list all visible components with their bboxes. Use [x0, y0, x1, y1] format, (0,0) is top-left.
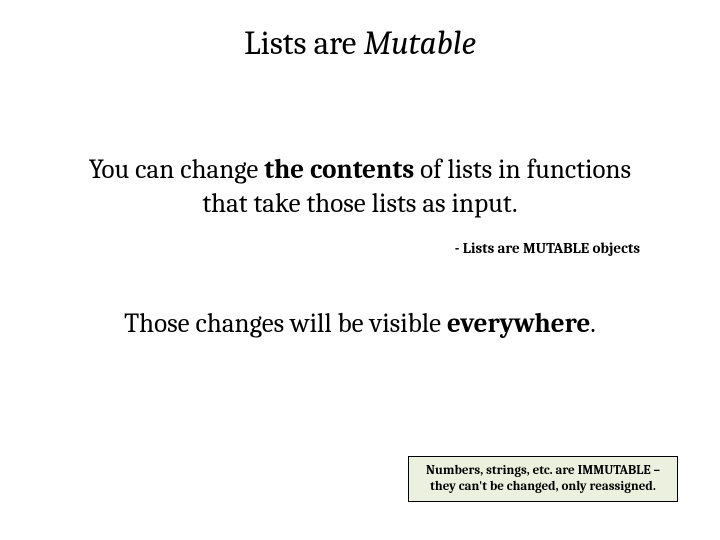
- para1-pre: You can change: [89, 154, 264, 185]
- bullet-note: - Lists are MUTABLE objects: [60, 239, 660, 257]
- para2-post: .: [590, 308, 596, 339]
- para1-bold: the contents: [264, 154, 414, 185]
- slide-title: Lists are Mutable: [60, 25, 660, 63]
- para2-bold: everywhere: [447, 308, 590, 339]
- title-italic: Mutable: [364, 25, 476, 63]
- paragraph-1: You can change the contents of lists in …: [60, 153, 660, 221]
- para2-pre: Those changes will be visible: [124, 308, 447, 339]
- title-prefix: Lists are: [244, 25, 363, 63]
- paragraph-2: Those changes will be visible everywhere…: [60, 307, 660, 341]
- callout-box: Numbers, strings, etc. are IMMUTABLE – t…: [408, 456, 678, 503]
- slide: Lists are Mutable You can change the con…: [0, 0, 720, 540]
